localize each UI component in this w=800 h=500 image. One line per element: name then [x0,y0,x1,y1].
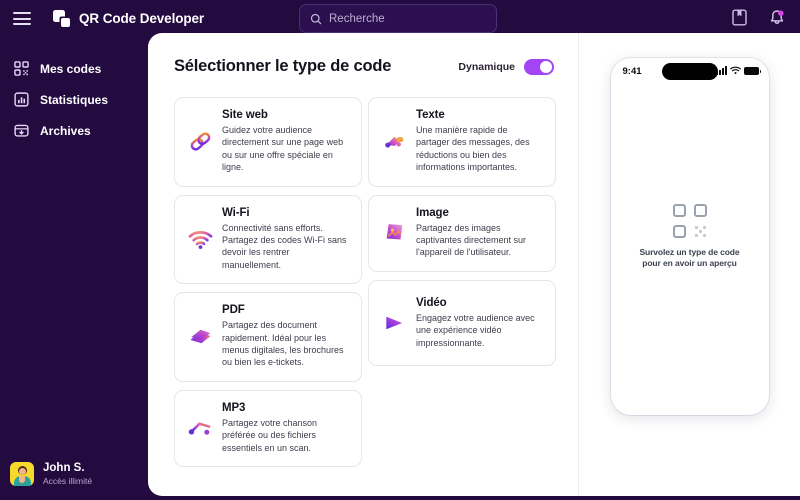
play-triangle-icon [381,312,407,334]
sidebar-item-label: Statistiques [40,92,109,107]
card-video[interactable]: Vidéo Engagez votre audience avec une ex… [368,279,556,367]
bar-chart-icon [14,92,29,107]
qr-squares-logo-icon [53,9,71,28]
preview-hint-line1: Survolez un type de code [639,246,740,257]
card-title: Wi-Fi [222,206,250,219]
dynamic-island [661,63,718,80]
sidebar-item-label: Mes codes [40,61,102,76]
card-description: Connectivité sans efforts. Partagez des … [222,222,347,270]
dynamic-toggle-label: Dynamique [458,60,515,73]
sidebar-item-mes-codes[interactable]: Mes codes [0,53,136,84]
dynamic-toggle-group: Dynamique [458,58,554,75]
wifi-status-icon [729,66,741,75]
search-box[interactable]: Recherche [299,4,497,33]
battery-icon [743,67,761,75]
card-mp3[interactable]: MP3 Partagez votre chanson préférée ou d… [174,389,362,468]
notifications-bell-icon[interactable] [769,9,786,28]
card-description: Engagez votre audience avec une expérien… [416,312,535,348]
card-site-web[interactable]: Site web Guidez votre audience directeme… [174,97,362,187]
card-description: Partagez des document rapidement. Idéal … [222,320,344,368]
card-image[interactable]: Image Partagez des images captivantes di… [368,194,556,272]
topbar-actions [732,9,786,28]
cards-column-left: Site web Guidez votre audience directeme… [174,97,362,468]
status-time: 9:41 [622,66,642,77]
card-title: PDF [222,304,245,317]
profile-subtitle: Accès illimité [43,475,93,486]
qr-placeholder-icon [672,203,707,238]
cards-column-right: Texte Une manière rapide de partager des… [368,97,556,467]
phone-status-bar: 9:41 [611,58,769,85]
search-icon [310,13,322,24]
card-title: Image [416,206,449,219]
avatar [10,462,34,486]
card-description: Guidez votre audience directement sur un… [222,125,344,173]
cellular-bars-icon [715,66,727,75]
code-type-section: Sélectionner le type de code Dynamique S… [148,33,578,496]
sidebar-nav: Mes codes Statistiques Archives [0,37,136,146]
card-title: Texte [416,109,445,121]
card-title: Vidéo [416,296,447,309]
top-bar: QR Code Developer Recherche [0,0,800,37]
sidebar-item-archives[interactable]: Archives [0,115,136,146]
card-title: Site web [222,109,268,121]
text-message-icon [381,109,407,174]
card-wifi[interactable]: Wi-Fi Connectivité sans efforts. Partage… [174,194,362,285]
card-description: Partagez des images captivantes directem… [416,222,527,258]
card-pdf[interactable]: PDF Partagez des document rapidement. Id… [174,292,362,382]
dynamic-toggle[interactable] [524,58,554,75]
card-description: Partagez votre chanson préférée ou des f… [222,417,318,453]
link-chain-icon [187,109,213,174]
code-type-cards: Site web Guidez votre audience directeme… [174,97,556,468]
status-indicators [715,66,761,75]
preview-pane: 9:41 Survolez un type de code pour en av… [578,33,800,496]
hamburger-icon[interactable] [13,12,31,25]
search-input[interactable]: Recherche [329,13,385,25]
sidebar-item-label: Archives [40,123,91,138]
preview-hint-line2: pour en avoir un aperçu [642,258,737,268]
music-note-icon [187,402,213,454]
preview-placeholder: Survolez un type de code pour en avoir u… [611,203,769,270]
page-title: Sélectionner le type de code [174,57,392,75]
pdf-document-icon [187,304,213,369]
profile-name: John S. [43,461,85,474]
guide-book-icon[interactable] [732,9,749,28]
card-description: Une manière rapide de partager des messa… [416,125,530,173]
section-header: Sélectionner le type de code Dynamique [174,57,556,76]
wifi-icon [187,207,213,272]
sidebar: Mes codes Statistiques Archives John S. … [0,37,136,500]
image-photo-icon [381,207,407,259]
card-title: MP3 [222,401,246,414]
sidebar-item-statistiques[interactable]: Statistiques [0,84,136,115]
phone-preview: 9:41 Survolez un type de code pour en av… [610,58,769,415]
user-profile[interactable]: John S. Accès illimité [0,448,136,500]
main-panel: Sélectionner le type de code Dynamique S… [148,33,800,496]
app-root: QR Code Developer Recherche Mes codes St… [0,0,800,500]
qr-code-icon [14,61,29,76]
archive-box-icon [14,124,29,137]
brand-name: QR Code Developer [79,11,205,26]
card-texte[interactable]: Texte Une manière rapide de partager des… [368,97,556,187]
brand[interactable]: QR Code Developer [53,9,205,28]
